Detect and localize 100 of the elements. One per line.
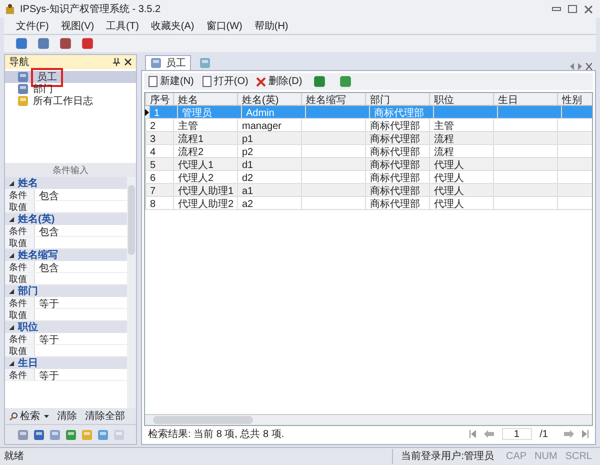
group-label: 生日 [18,356,38,370]
table-cell: d2 [242,173,254,184]
table-cell: Admin [246,108,274,119]
nav-item[interactable]: 部门 [5,83,136,95]
group-label: 部门 [18,284,38,298]
group-label: 职位 [18,320,38,334]
table-row[interactable]: 6 代理人2 d2 商标代理部 代理人 [145,171,592,184]
table-cell: 代理人 [434,173,464,184]
menu-item[interactable]: 工具(T) [106,18,139,34]
menu-item[interactable]: 文件(F) [16,18,49,34]
window-title: IPSys-知识产权管理系统 - 3.5.2 [20,2,161,16]
table-cell: 流程 [434,134,454,145]
toolbar-button[interactable]: 删除(D) [256,74,302,89]
toolbar-button[interactable]: 打开(O) [202,74,248,89]
menu-item[interactable]: 视图(V) [60,18,94,34]
table-cell: p2 [242,147,254,158]
column-header[interactable]: 序号 [146,93,174,105]
horizontal-scrollbar[interactable] [145,414,592,425]
table-cell: 5 [150,160,156,171]
column-header[interactable]: 姓名 [174,93,238,105]
property-label: 条件 [5,225,35,236]
table-cell: 管理员 [182,108,212,119]
column-header[interactable]: 姓名缩写 [302,93,366,105]
maximize-button[interactable] [568,3,580,15]
table-cell: 1 [154,108,160,119]
collapse-icon[interactable] [9,252,14,258]
property-label: 取值 [5,345,35,356]
collapse-icon[interactable] [9,216,14,222]
table-cell: 商标代理部 [370,199,420,210]
table-cell: 代理人 [434,160,464,171]
table-cell: 商标代理部 [370,173,420,184]
section-header: 条件输入 [5,163,136,177]
table-cell: p1 [242,134,254,145]
table-row[interactable]: 8 代理人助理2 a2 商标代理部 代理人 [145,197,592,210]
search-action[interactable]: 检索 [9,408,49,424]
table-cell: 6 [150,173,156,184]
nav-item[interactable]: 所有工作日志 [5,95,136,107]
menu-item[interactable]: 帮助(H) [254,18,288,34]
table-cell: 主管 [434,121,454,132]
collapse-icon[interactable] [9,324,14,330]
table-cell: 流程 [434,147,454,158]
document-icon [202,76,212,87]
property-label: 取值 [5,309,35,320]
table-cell: 代理人2 [178,173,214,184]
table-cell: a2 [242,199,254,210]
table-cell: 商标代理部 [370,121,420,132]
scroll-arrows-icon[interactable] [570,63,592,70]
property-value[interactable]: 包含 [35,189,59,200]
page-field[interactable]: 1 [502,428,532,440]
column-header[interactable]: 性别 [558,93,592,105]
property-label: 条件 [5,261,35,272]
column-header[interactable]: 部门 [366,93,430,105]
last-page-icon[interactable] [582,430,589,438]
delete-icon [256,76,266,86]
search-action[interactable]: 清除 [57,408,77,424]
property-value[interactable]: 包含 [35,225,59,236]
collapse-icon[interactable] [9,180,14,186]
scrollbar[interactable] [127,177,136,408]
property-label: 条件 [5,297,35,308]
group-label: 姓名 [18,177,38,190]
menu-item[interactable]: 窗口(W) [206,18,242,34]
first-page-icon[interactable] [468,430,476,438]
column-header[interactable]: 生日 [494,93,558,105]
table-cell: a1 [242,186,254,197]
table-cell: d1 [242,160,254,171]
column-header[interactable]: 姓名(英) [238,93,302,105]
table-row[interactable]: 5 代理人1 d1 商标代理部 代理人 [145,158,592,171]
table-cell: 代理人 [434,199,464,210]
app-logo-icon [4,3,16,15]
collapse-icon[interactable] [9,288,14,294]
document-icon [148,76,158,87]
table-cell: manager [242,121,282,132]
row-pointer-icon [145,108,149,116]
panel-title: 导航 [9,56,29,70]
property-value[interactable]: 等于 [35,369,59,380]
property-value[interactable]: 等于 [35,333,59,344]
menu-item[interactable]: 收藏夹(A) [150,18,194,34]
table-row[interactable]: 7 代理人助理1 a1 商标代理部 代理人 [145,184,592,197]
table-row[interactable]: 2 主管 manager 商标代理部 主管 [145,119,592,132]
table-cell: 代理人1 [178,160,214,171]
table-cell: 代理人 [434,186,464,197]
table-cell: 商标代理部 [374,108,424,119]
toolbar-button[interactable]: 新建(N) [148,74,194,89]
property-value[interactable]: 等于 [35,297,59,308]
collapse-icon[interactable] [9,360,14,366]
search-action[interactable]: 清除全部 [85,408,125,424]
column-header[interactable]: 职位 [430,93,494,105]
property-label: 取值 [5,201,35,212]
table-row[interactable]: 3 流程1 p1 商标代理部 流程 [145,132,592,145]
property-label: 取值 [5,237,35,248]
group-label: 姓名(英) [18,212,55,226]
table-row[interactable]: 4 流程2 p2 商标代理部 流程 [145,145,592,158]
table-cell: 8 [150,199,156,210]
table-cell: 代理人助理1 [178,186,234,197]
property-label: 条件 [5,333,35,344]
pin-icon[interactable] [113,58,120,66]
key-indicator: NUM [534,450,558,464]
tab[interactable]: 员工 [145,55,191,70]
key-indicator: CAP [504,450,528,464]
property-value[interactable]: 包含 [35,261,59,272]
